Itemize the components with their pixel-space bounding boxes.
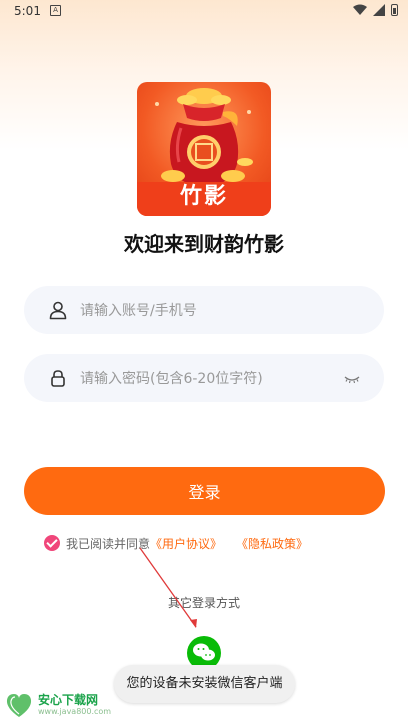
login-button[interactable]: 登录 bbox=[24, 467, 385, 515]
other-login-label: 其它登录方式 bbox=[167, 596, 240, 610]
account-field[interactable] bbox=[24, 286, 384, 336]
agreement-prefix: 我已阅读并同意 bbox=[66, 536, 151, 551]
watermark-logo-icon bbox=[6, 694, 32, 717]
password-input[interactable] bbox=[78, 354, 342, 404]
user-icon bbox=[49, 301, 67, 320]
logo-text: 竹影 bbox=[179, 184, 228, 209]
notification-icon: A bbox=[50, 5, 61, 16]
watermark: 安心下载网 www.java800.com bbox=[4, 692, 111, 718]
status-icons bbox=[353, 4, 398, 16]
app-logo: 竹影 bbox=[137, 82, 271, 216]
watermark-url: www.java800.com bbox=[38, 706, 112, 716]
page-title: 欢迎来到财韵竹影 bbox=[124, 232, 284, 256]
password-field[interactable] bbox=[24, 354, 384, 404]
eye-closed-icon[interactable] bbox=[344, 369, 360, 387]
status-time: 5:01 bbox=[14, 4, 41, 18]
account-input[interactable] bbox=[78, 286, 342, 336]
status-bar: 5:01 A bbox=[0, 0, 408, 24]
user-agreement-link[interactable]: 《用户协议》 bbox=[150, 535, 222, 552]
signal-icon bbox=[373, 4, 385, 16]
watermark-title: 安心下载网 bbox=[38, 692, 99, 707]
lock-icon bbox=[51, 370, 65, 387]
toast-message: 您的设备未安装微信客户端 bbox=[114, 665, 295, 703]
privacy-policy-link[interactable]: 《隐私政策》 bbox=[236, 535, 308, 552]
agreement-checkbox[interactable] bbox=[44, 535, 60, 551]
wifi-icon bbox=[353, 4, 367, 15]
agreement-row: 我已阅读并同意 《用户协议》 《隐私政策》 bbox=[44, 535, 308, 551]
battery-icon bbox=[391, 4, 398, 16]
